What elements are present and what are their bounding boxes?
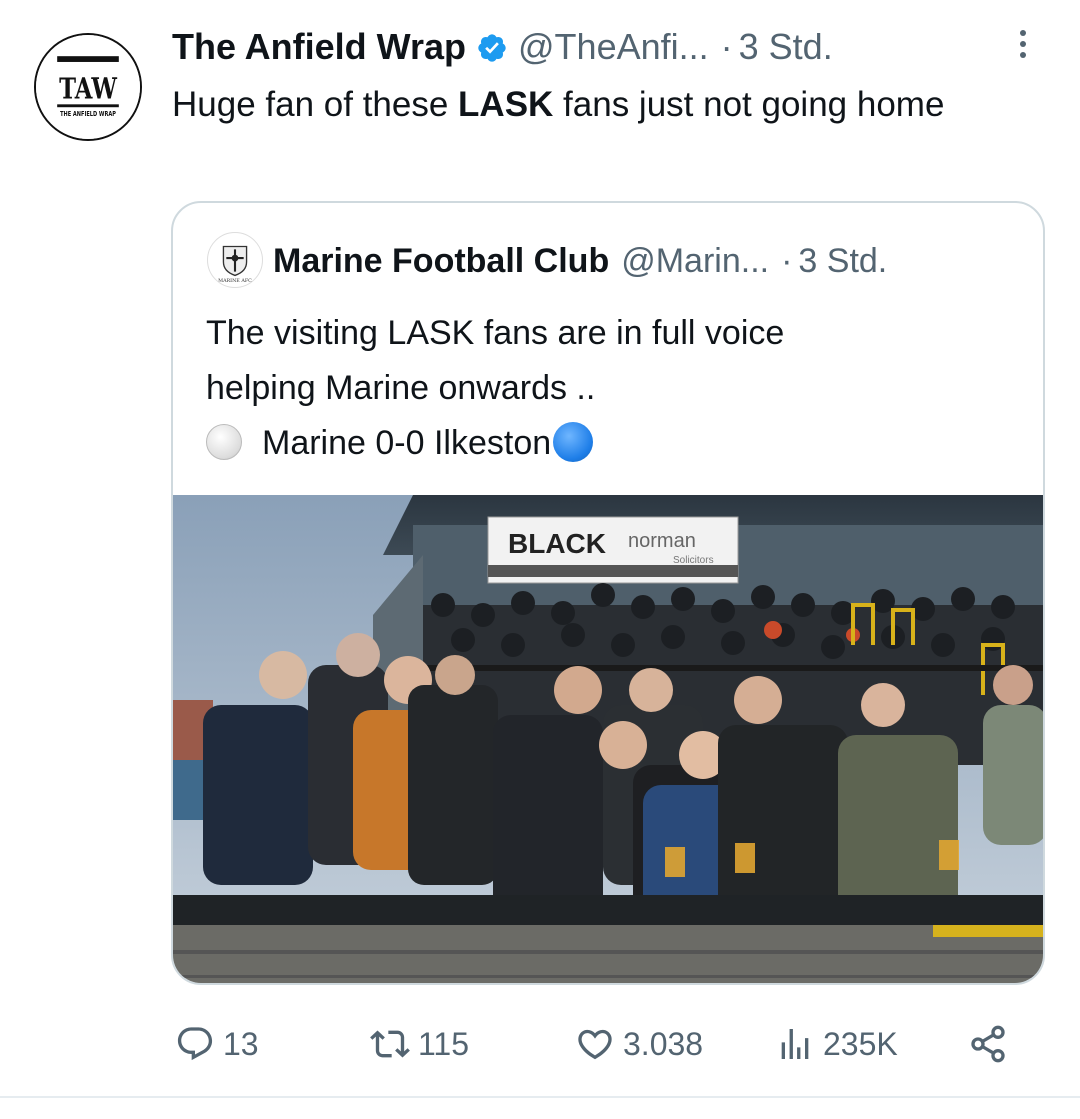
author-name[interactable]: The Anfield Wrap — [172, 26, 466, 68]
quoted-separator-dot: · — [781, 241, 793, 280]
quoted-tweet[interactable]: MARINE AFC Marine Football Club @Marin..… — [171, 201, 1045, 985]
reply-icon — [177, 1027, 213, 1061]
quoted-photo[interactable]: BLACK norman Solicitors — [173, 495, 1043, 983]
reply-button[interactable]: 13 — [175, 1016, 259, 1072]
tweet[interactable]: TAW THE ANFIELD WRAP The Anfield Wrap @T… — [0, 0, 1080, 1096]
like-button[interactable]: 3.038 — [575, 1016, 703, 1072]
avatar-logo-subtext: THE ANFIELD WRAP — [60, 110, 116, 118]
quoted-author-avatar[interactable]: MARINE AFC — [207, 232, 263, 288]
author-avatar[interactable]: TAW THE ANFIELD WRAP — [34, 33, 142, 141]
quoted-text: The visiting LASK fans are in full voice… — [206, 306, 1026, 471]
sign-tertiary-text: Solicitors — [673, 555, 714, 566]
views-count: 235K — [823, 1025, 898, 1062]
quoted-time[interactable]: 3 Std. — [798, 242, 887, 281]
more-icon[interactable] — [1010, 30, 1036, 66]
quoted-author-handle[interactable]: @Marin... — [621, 242, 769, 281]
reply-count: 13 — [223, 1025, 259, 1062]
quoted-score-line: Marine 0-0 Ilkeston — [206, 416, 1026, 471]
repost-icon — [370, 1030, 410, 1058]
tweet-time[interactable]: 3 Std. — [739, 26, 833, 68]
views-button[interactable]: 235K — [775, 1016, 898, 1072]
quoted-line: Marine 0-0 Ilkeston — [262, 424, 552, 462]
views-icon — [781, 1029, 809, 1059]
avatar-logo-text: TAW — [59, 72, 117, 106]
quoted-author-name[interactable]: Marine Football Club — [273, 242, 609, 281]
tweet-text: Huge fan of these LASK fans just not goi… — [172, 78, 1002, 131]
blue-circle-emoji — [553, 422, 594, 462]
quoted-line: helping Marine onwards .. — [206, 369, 596, 407]
quoted-avatar-text: MARINE AFC — [218, 278, 252, 284]
quoted-line: The visiting LASK fans are in full voice — [206, 314, 785, 352]
share-button[interactable] — [968, 1016, 1016, 1072]
verified-badge-icon — [476, 31, 508, 63]
tweet-text-part: fans just not going home — [553, 85, 945, 124]
tweet-text-part: Huge fan of these — [172, 85, 459, 124]
share-icon — [971, 1025, 1005, 1063]
repost-button[interactable]: 115 — [370, 1016, 469, 1072]
quoted-header: Marine Football Club @Marin... · 3 Std. — [273, 237, 887, 285]
action-bar: 13 115 3.038 235K — [0, 1016, 1080, 1072]
white-circle-emoji — [206, 424, 242, 460]
separator-dot: · — [720, 26, 733, 67]
sign-main-text: BLACK — [508, 528, 606, 559]
repost-count: 115 — [418, 1025, 470, 1062]
like-count: 3.038 — [623, 1025, 704, 1062]
like-icon — [578, 1029, 612, 1060]
author-handle[interactable]: @TheAnfi... — [518, 26, 709, 68]
tweet-header: The Anfield Wrap @TheAnfi... · 3 Std. — [172, 22, 833, 72]
divider — [0, 1096, 1080, 1098]
tweet-text-bold: LASK — [458, 85, 554, 124]
sign-secondary-text: norman — [628, 530, 696, 552]
